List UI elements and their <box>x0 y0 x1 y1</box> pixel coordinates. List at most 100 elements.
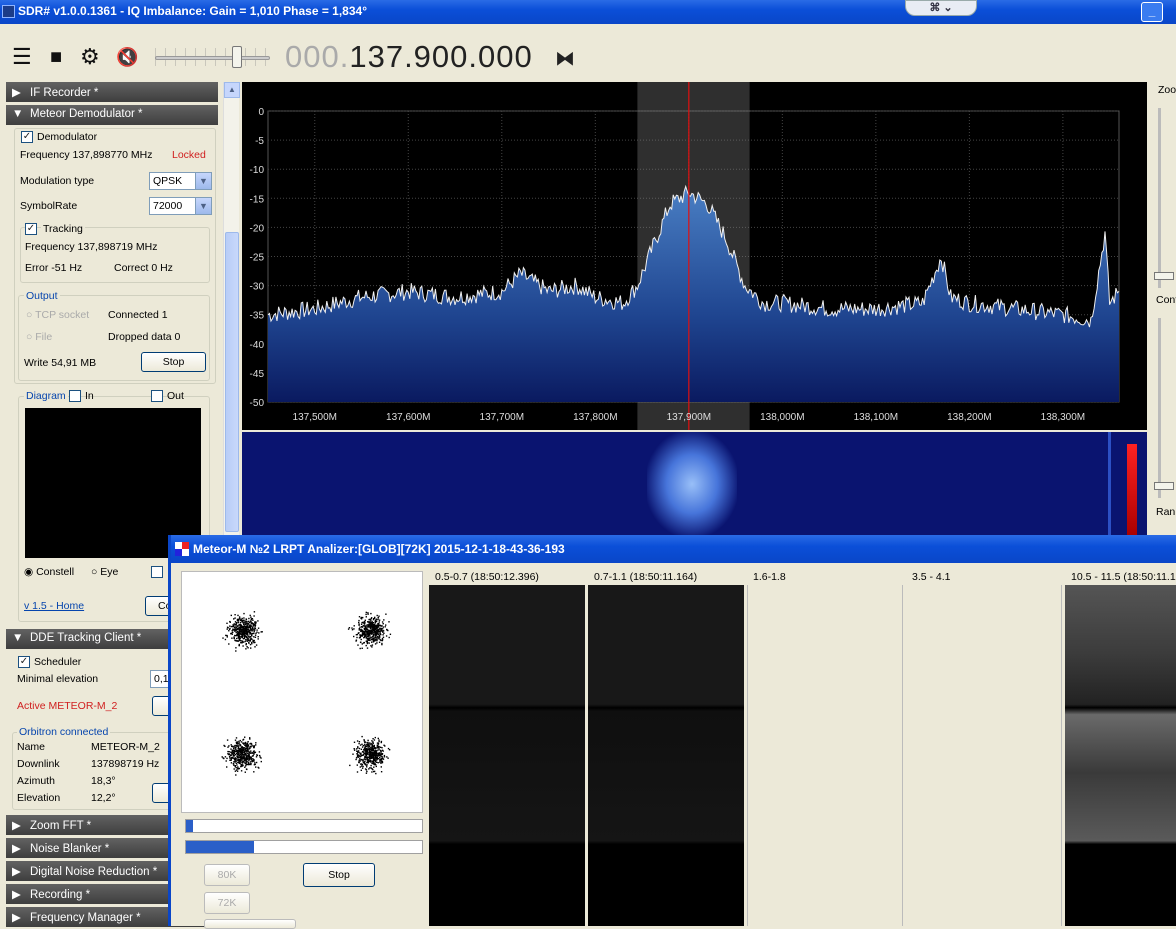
section-meteor-demodulator[interactable]: ▼ Meteor Demodulator * <box>6 105 218 125</box>
output-stop-button[interactable]: Stop <box>141 352 206 372</box>
version-home-link[interactable]: v 1.5 - Home <box>24 600 84 612</box>
name-value: METEOR-M_2 <box>91 741 160 753</box>
frequency-display[interactable]: 000.137.900.000 <box>285 39 533 75</box>
demodulator-checkbox[interactable]: ✓ <box>21 131 33 143</box>
zoom-slider[interactable] <box>1158 108 1161 288</box>
constellation-plot <box>181 571 423 813</box>
output-label: Output <box>24 290 60 302</box>
minimize-button[interactable]: _ <box>1141 2 1163 22</box>
tracking-label: Tracking <box>41 223 85 235</box>
x-tick-label: 137,900M <box>667 412 711 423</box>
tcp-socket-radio[interactable]: ○ TCP socket <box>26 309 89 321</box>
sidebar-scrollbar[interactable]: ▲ <box>223 82 240 542</box>
elevation-label: Elevation <box>17 792 61 804</box>
stop-icon[interactable]: ■ <box>50 46 62 68</box>
speaker-muted-icon[interactable]: 🔇 <box>116 46 138 68</box>
out-checkbox[interactable] <box>151 390 163 402</box>
gear-icon[interactable]: ⚙ <box>80 46 100 68</box>
connected-status: Connected 1 <box>108 309 168 321</box>
volume-slider-thumb[interactable] <box>232 46 242 68</box>
zoom-slider-thumb[interactable] <box>1154 272 1174 280</box>
y-tick-label: -20 <box>250 223 265 234</box>
extra-checkbox[interactable] <box>151 566 163 578</box>
section-label: Noise Blanker * <box>30 843 110 855</box>
x-tick-label: 137,500M <box>293 412 337 423</box>
chevron-down-icon[interactable]: ▼ <box>195 173 211 189</box>
tcp-socket-label: TCP socket <box>35 309 90 321</box>
x-tick-label: 138,000M <box>760 412 804 423</box>
chevron-up-icon[interactable]: ▲ <box>224 82 240 98</box>
y-tick-label: -5 <box>255 136 264 147</box>
tracking-checkbox[interactable]: ✓ <box>25 223 37 235</box>
dialog-titlebar: Meteor-M №2 LRPT Analizer:[GLOB][72K] 20… <box>171 535 1176 563</box>
y-tick-label: -35 <box>250 311 265 322</box>
zoom-label: Zoo <box>1158 84 1176 96</box>
scrollbar-thumb[interactable] <box>225 232 239 532</box>
contrast-slider[interactable] <box>1158 318 1161 498</box>
file-label: File <box>35 331 53 343</box>
progress-fill-2 <box>186 841 255 853</box>
modulation-type-value: QPSK <box>153 175 183 187</box>
x-tick-label: 138,100M <box>854 412 898 423</box>
chevron-down-icon[interactable]: ▼ <box>195 198 211 214</box>
progress-bar-1 <box>185 819 423 833</box>
section-label: Frequency Manager * <box>30 912 141 924</box>
channel-header-3: 1.6-1.8 <box>747 571 905 585</box>
rate-80k-button[interactable]: 80K <box>204 864 250 886</box>
tracking-group <box>20 227 210 283</box>
window-title: SDR# v1.0.0.1361 - IQ Imbalance: Gain = … <box>18 4 367 18</box>
eye-radio[interactable]: ○ Eye <box>91 566 118 578</box>
constellation-points <box>221 611 392 776</box>
y-tick-label: -50 <box>250 398 265 409</box>
channel-image-1 <box>429 585 585 926</box>
downlink-value: 137898719 Hz <box>91 758 160 770</box>
app-icon <box>2 5 15 18</box>
y-tick-label: -15 <box>250 194 265 205</box>
constell-radio[interactable]: ◉ Constell <box>24 566 74 578</box>
spectrum-fill <box>268 186 1119 402</box>
rate-72k-button[interactable]: 72K <box>204 892 250 914</box>
modulation-type-select[interactable]: QPSK ▼ <box>149 172 212 190</box>
hamburger-icon[interactable]: ☰ <box>12 46 32 68</box>
window-titlebar: SDR# v1.0.0.1361 - IQ Imbalance: Gain = … <box>0 0 1176 24</box>
scheduler-label: Scheduler <box>34 656 82 668</box>
constell-label: Constell <box>36 566 75 578</box>
caption-buttons[interactable]: ⌘ ⌄ <box>905 0 977 16</box>
dialog-stop-button[interactable]: Stop <box>303 863 375 887</box>
contrast-label: Cont <box>1156 294 1176 306</box>
file-radio[interactable]: ○ File <box>26 331 52 343</box>
waterfall-display[interactable] <box>242 432 1147 536</box>
contrast-slider-thumb[interactable] <box>1154 482 1174 490</box>
waterfall-level-bar <box>1127 444 1137 536</box>
scheduler-checkbox[interactable]: ✓ <box>18 656 30 668</box>
channel-image-4 <box>906 585 1062 926</box>
section-if-recorder[interactable]: ▶ IF Recorder * <box>6 82 218 102</box>
spectrum-chart: 0 -5 -10 -15 -20 -25 -30 -35 -40 -45 -50 137,500M 1… <box>250 82 1120 430</box>
extra-dialog-button[interactable] <box>204 919 296 929</box>
waterfall-signal <box>647 432 737 536</box>
tune-arrows-icon[interactable]: ⧓ <box>555 46 575 71</box>
frequency-value: 137.900.000 <box>349 39 533 74</box>
write-size: Write 54,91 MB <box>24 357 97 369</box>
channel-header-2: 0.7-1.1 (18:50:11.164) <box>588 571 746 585</box>
tracking-error: Error -51 Hz <box>25 262 83 274</box>
y-tick-label: 0 <box>258 107 264 118</box>
symbolrate-label: SymbolRate <box>20 200 78 212</box>
range-label: Ran <box>1156 506 1176 518</box>
tracking-frequency: Frequency 137,898719 MHz <box>25 241 158 253</box>
section-label: IF Recorder * <box>30 87 99 99</box>
y-tick-label: -10 <box>250 165 265 176</box>
lrpt-app-icon <box>175 542 189 556</box>
azimuth-value: 18,3° <box>91 775 116 787</box>
minimal-elevation-label: Minimal elevation <box>17 673 99 685</box>
dropped-data: Dropped data 0 <box>108 331 181 343</box>
in-checkbox[interactable] <box>69 390 81 402</box>
symbolrate-value: 72000 <box>153 200 183 212</box>
elevation-value: 12,2° <box>91 792 116 804</box>
volume-slider[interactable] <box>155 56 270 60</box>
name-label: Name <box>17 741 46 753</box>
symbolrate-select[interactable]: 72000 ▼ <box>149 197 212 215</box>
channel-image-5 <box>1065 585 1176 926</box>
spectrum-analyzer[interactable]: 0 -5 -10 -15 -20 -25 -30 -35 -40 -45 -50 137,500M 1… <box>242 82 1147 430</box>
y-tick-label: -40 <box>250 340 265 351</box>
